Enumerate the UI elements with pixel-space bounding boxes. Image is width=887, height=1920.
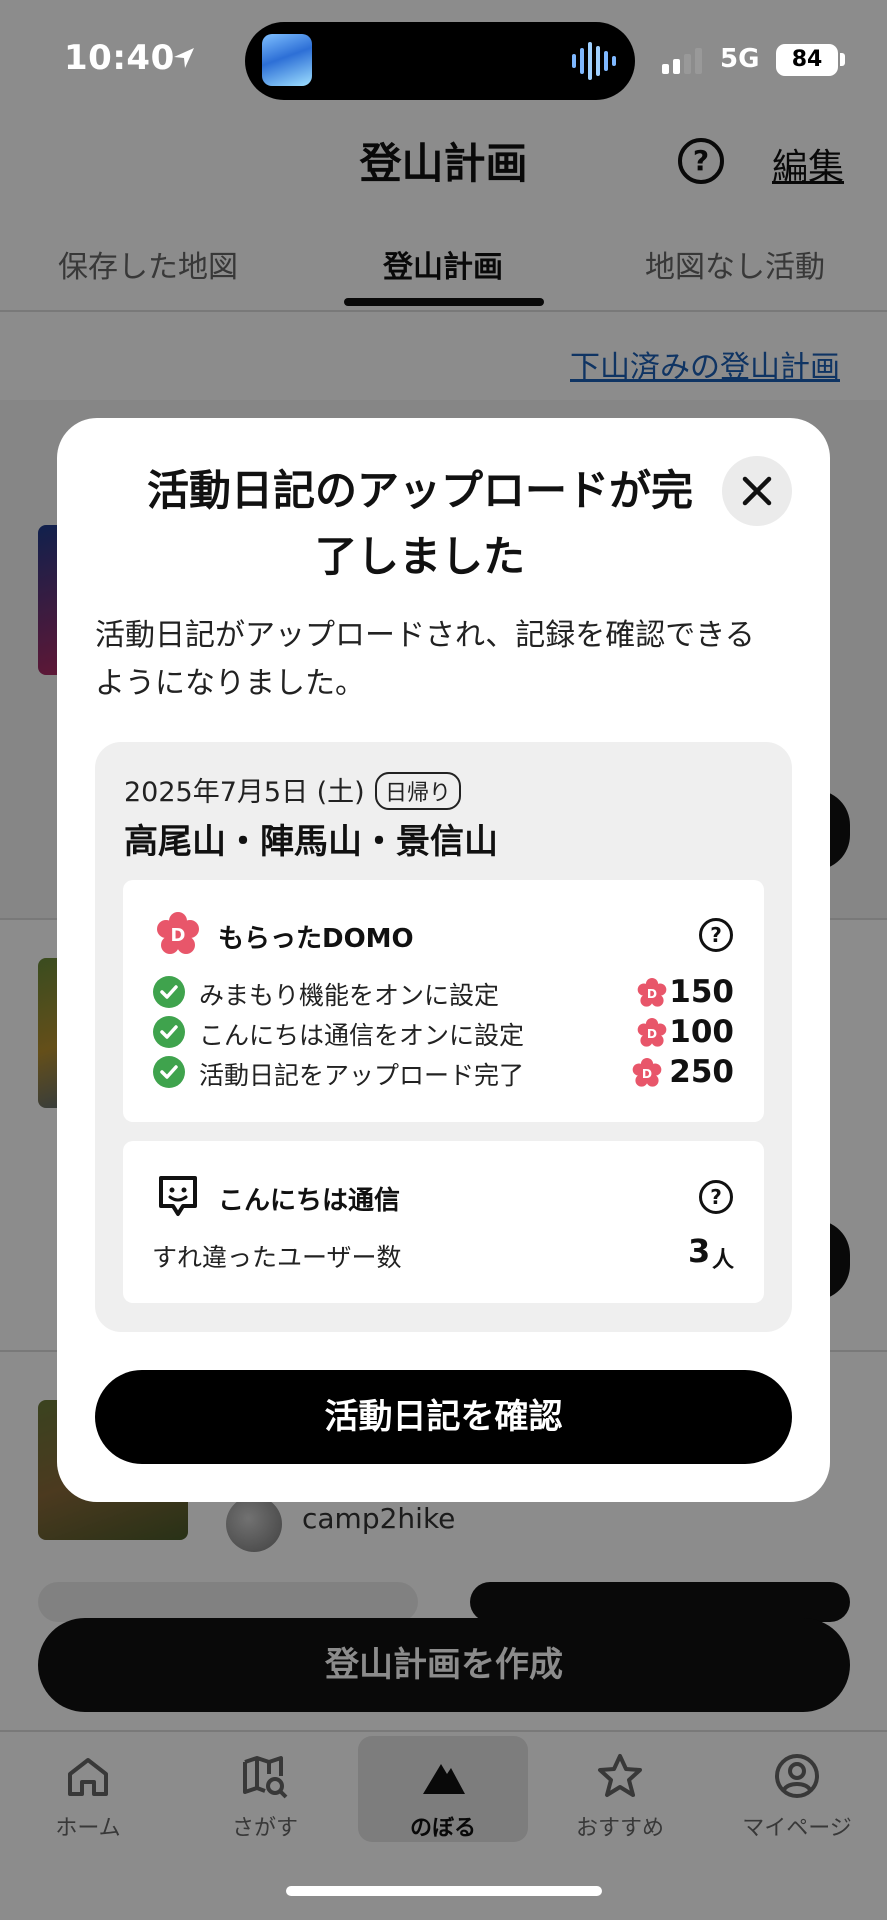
reward-label: こんにちは通信をオンに設定 — [199, 1021, 525, 1050]
passed-users-count: 3 — [688, 1232, 711, 1270]
check-icon — [153, 1016, 185, 1048]
close-icon — [742, 476, 772, 506]
dialog-description-line1: 活動日記がアップロードされ、記録を確認できる — [95, 618, 755, 653]
svg-text:D: D — [171, 925, 186, 946]
activity-peaks: 高尾山・陣馬山・景信山 — [124, 822, 498, 862]
check-icon — [153, 976, 185, 1008]
reward-label: 活動日記をアップロード完了 — [199, 1061, 525, 1090]
domo-heading: もらったDOMO — [218, 924, 414, 954]
reward-label: みまもり機能をオンに設定 — [199, 981, 500, 1010]
reward-points: 250 — [669, 1054, 734, 1090]
home-indicator[interactable] — [286, 1886, 602, 1896]
konnichiwa-card — [123, 1141, 764, 1303]
reward-points: 150 — [669, 974, 734, 1010]
close-button[interactable] — [722, 456, 792, 526]
check-icon — [153, 1056, 185, 1088]
reward-points: 100 — [669, 1014, 734, 1050]
passed-users-label: すれ違ったユーザー数 — [152, 1243, 402, 1272]
network-type: 5G — [720, 44, 760, 74]
dialog-title: 活動日記のアップロードが完 了しました — [120, 458, 720, 590]
battery-indicator: 84 — [776, 44, 838, 76]
dialog-title-line2: 了しました — [314, 532, 525, 581]
battery-tip — [840, 53, 845, 66]
day-trip-badge: 日帰り — [375, 772, 462, 810]
signal-icon — [662, 48, 702, 74]
now-playing-artwork — [262, 34, 312, 86]
dialog-description-line2: ようになりました。 — [95, 666, 365, 701]
status-time: 10:40 — [64, 38, 175, 78]
view-activity-log-button[interactable]: 活動日記を確認 — [95, 1370, 792, 1464]
domo-logo-icon: D — [157, 912, 199, 954]
konnichiwa-heading: こんにちは通信 — [218, 1186, 401, 1216]
dialog-description: 活動日記がアップロードされ、記録を確認できる ようになりました。 — [95, 612, 795, 708]
location-arrow-icon — [174, 48, 194, 68]
konnichiwa-help-icon[interactable]: ? — [699, 1180, 733, 1214]
audio-wave-icon — [572, 42, 616, 80]
konnichiwa-icon — [159, 1176, 197, 1216]
domo-help-icon[interactable]: ? — [699, 918, 733, 952]
dialog-title-line1: 活動日記のアップロードが完 — [146, 466, 693, 515]
passed-users-unit: 人 — [712, 1248, 735, 1273]
activity-date: 2025年7月5日 (土) — [124, 777, 365, 808]
